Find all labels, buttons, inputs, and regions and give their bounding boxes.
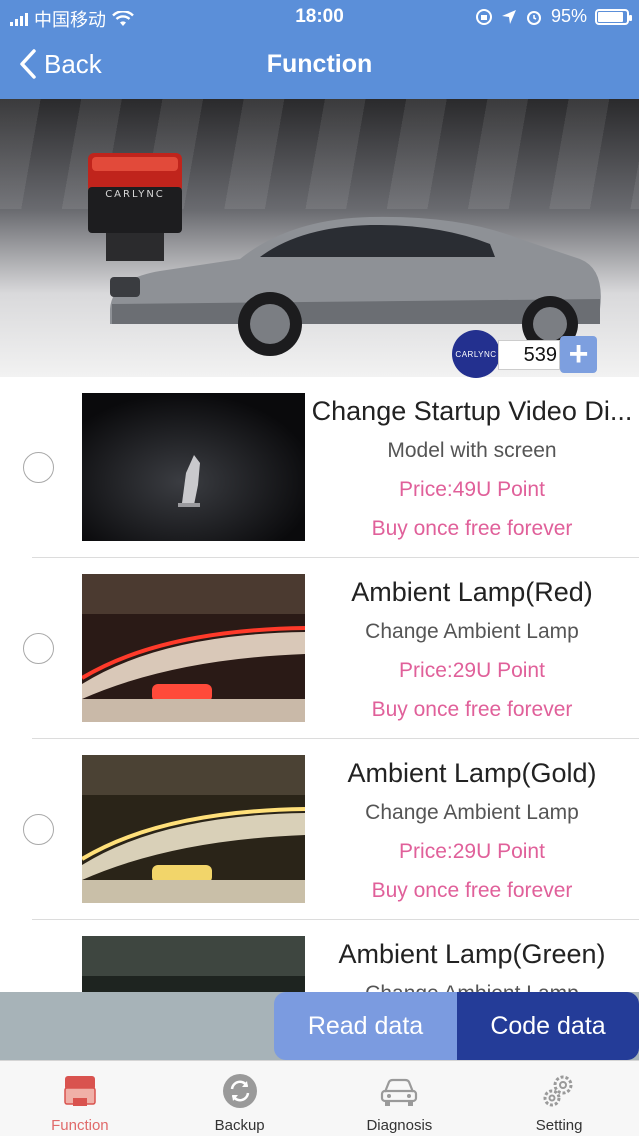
item-subtitle: Model with screen — [387, 439, 557, 462]
car-icon — [381, 1078, 418, 1106]
startup-video-thumbnail — [82, 393, 305, 541]
item-title: Ambient Lamp(Gold) — [347, 758, 597, 788]
item-price: Price:29U Point — [399, 840, 545, 863]
item-price: Price:49U Point — [399, 478, 545, 501]
points-widget: CARLYNC — [452, 330, 500, 378]
ambient-gold-thumbnail — [82, 755, 305, 903]
status-bar: 中国移动 18:00 95% — [0, 0, 639, 34]
list-item[interactable]: Ambient Lamp(Gold) Change Ambient Lamp P… — [0, 739, 639, 920]
list-item[interactable]: Change Startup Video Di... Model with sc… — [0, 377, 639, 558]
location-icon — [501, 9, 516, 24]
alarm-icon — [526, 10, 541, 25]
item-title: Change Startup Video Di... — [311, 396, 633, 426]
tab-backup[interactable]: Backup — [160, 1061, 320, 1136]
tab-diagnosis[interactable]: Diagnosis — [320, 1061, 480, 1136]
add-points-button[interactable]: + — [560, 336, 597, 373]
tab-label: Backup — [214, 1117, 265, 1134]
gear-icon — [543, 1075, 573, 1107]
battery-icon — [595, 8, 632, 25]
car-image — [110, 216, 601, 356]
item-title: Ambient Lamp(Red) — [351, 577, 593, 607]
tab-label: Function — [51, 1117, 109, 1134]
item-note: Buy once free forever — [371, 517, 573, 540]
tab-setting[interactable]: Setting — [479, 1061, 639, 1136]
item-price: Price:29U Point — [399, 659, 545, 682]
list-item[interactable]: Ambient Lamp(Green) Change Ambient Lamp — [0, 920, 639, 992]
select-radio[interactable] — [23, 814, 54, 845]
lock-rotation-icon — [475, 8, 492, 25]
select-radio[interactable] — [23, 452, 54, 483]
obd-device-icon — [64, 1076, 96, 1106]
item-subtitle: Change Ambient Lamp — [305, 974, 639, 992]
code-data-button[interactable]: Code data — [457, 992, 639, 1060]
tab-label: Diagnosis — [366, 1117, 433, 1134]
nav-bar: Back Function — [0, 34, 639, 99]
tab-function[interactable]: Function — [0, 1061, 160, 1136]
promo-banner: CARLYNC — [0, 99, 639, 377]
tab-bar: Function Backup Diagnosis Setting — [0, 1060, 639, 1136]
page-title: Function — [266, 50, 373, 78]
select-radio[interactable] — [23, 633, 54, 664]
points-balance: 539 — [498, 340, 560, 370]
refresh-icon — [222, 1074, 257, 1108]
header: 中国移动 18:00 95% Back Function — [0, 0, 639, 99]
action-bar: Read data Code data — [0, 992, 639, 1060]
read-data-button[interactable]: Read data — [274, 992, 457, 1060]
item-subtitle: Change Ambient Lamp — [365, 620, 579, 643]
item-note: Buy once free forever — [371, 698, 573, 721]
battery-percent: 95% — [550, 6, 587, 26]
item-subtitle: Change Ambient Lamp — [365, 801, 579, 824]
ambient-red-thumbnail — [82, 574, 305, 722]
ambient-green-thumbnail — [82, 936, 305, 992]
item-title: Ambient Lamp(Green) — [338, 939, 606, 969]
tab-label: Setting — [535, 1117, 583, 1134]
function-list: Change Startup Video Di... Model with sc… — [0, 377, 639, 992]
carlync-logo: CARLYNC — [452, 330, 500, 378]
list-item[interactable]: Ambient Lamp(Red) Change Ambient Lamp Pr… — [0, 558, 639, 739]
item-note: Buy once free forever — [371, 879, 573, 902]
